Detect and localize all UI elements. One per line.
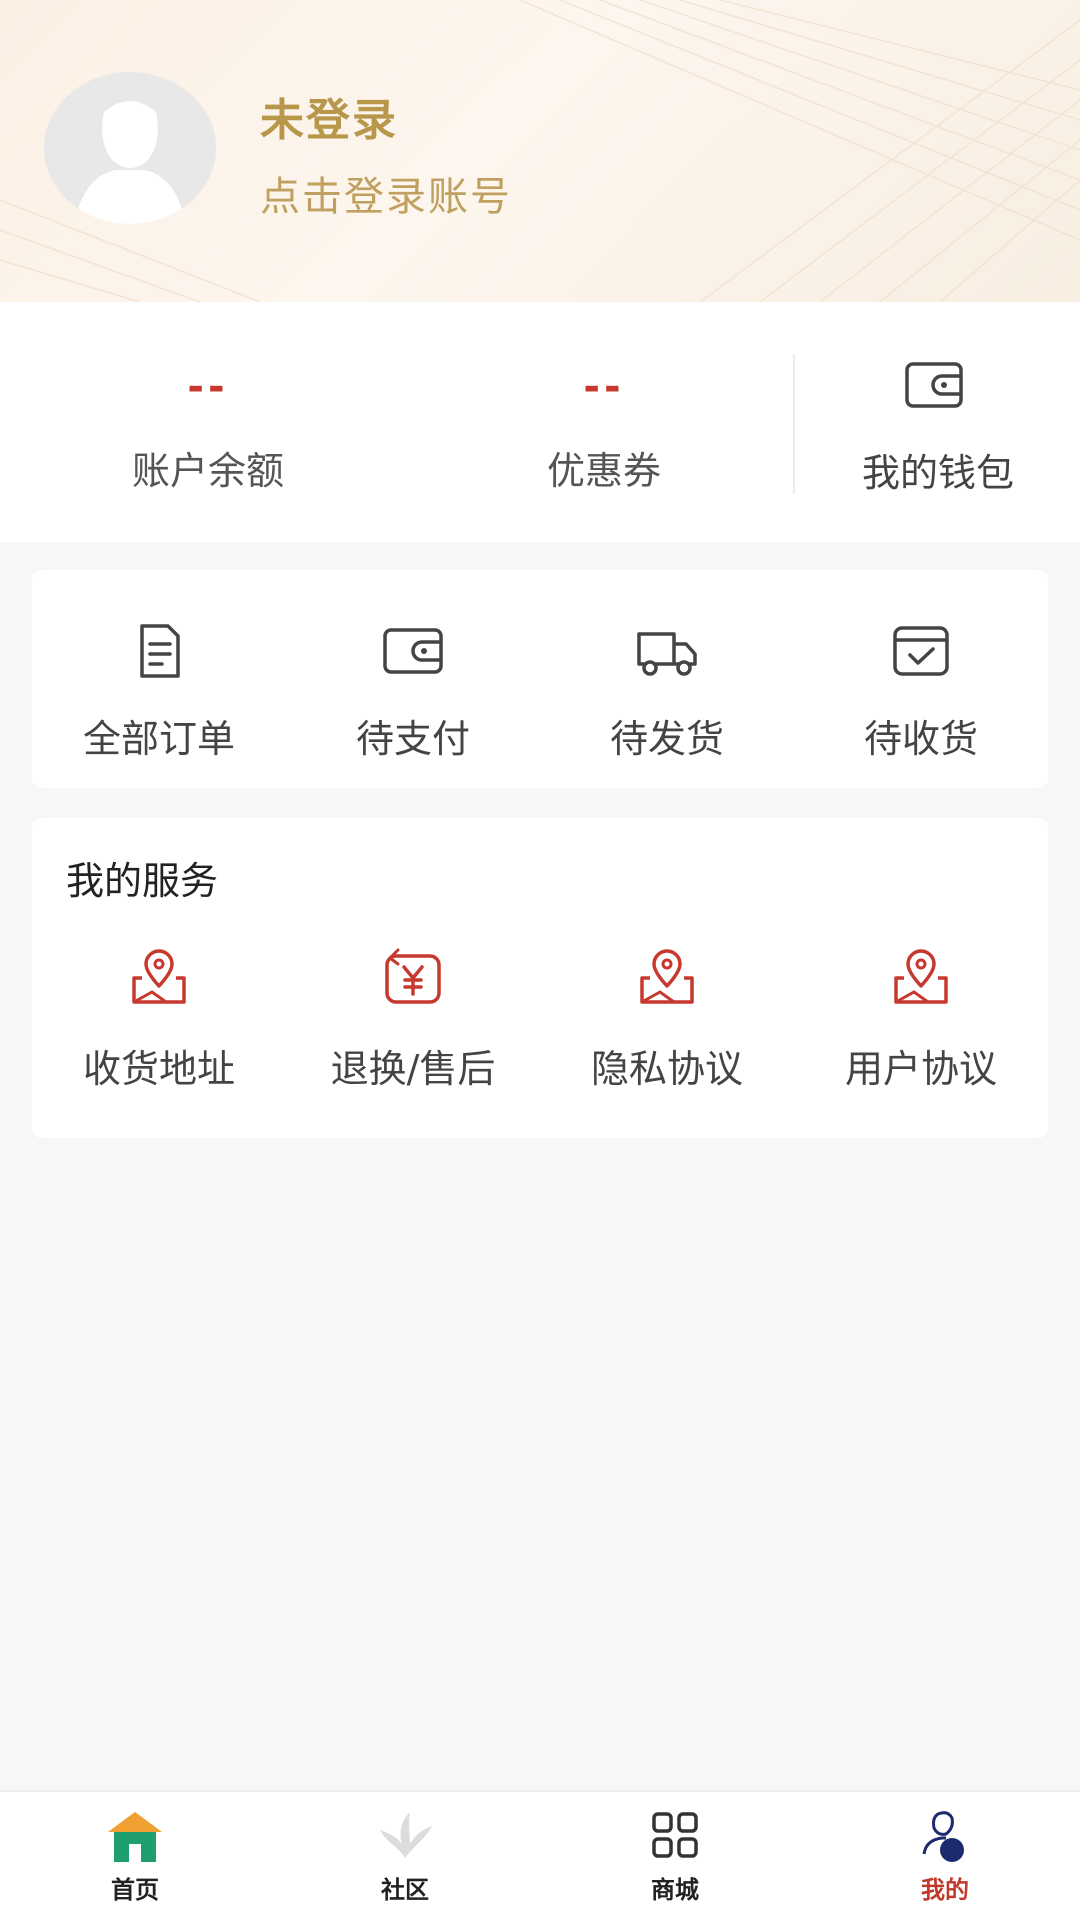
login-status-title[interactable]: 未登录 (260, 84, 398, 148)
home-icon (108, 1812, 162, 1862)
account-summary: -- 账户余额 -- 优惠券 (0, 302, 1080, 542)
pending-receipt-label: 待收货 (863, 717, 978, 761)
wallet-label: 我的钱包 (861, 451, 1014, 495)
nav-community[interactable]: 社区 (270, 1792, 540, 1920)
pending-payment-button[interactable]: 待支付 (286, 570, 540, 788)
returns-button[interactable]: 退换/售后 (286, 948, 540, 1118)
balance-item[interactable]: -- 账户余额 (0, 302, 416, 542)
profile-icon (922, 1811, 964, 1862)
document-icon (140, 624, 180, 678)
nav-mall[interactable]: 商城 (540, 1792, 810, 1920)
shipping-address-button[interactable]: 收货地址 (32, 948, 286, 1118)
services-title: 我的服务 (66, 859, 219, 903)
services-card: 我的服务 收货地址 退换/售后 隐私协议 用户协议 (32, 818, 1048, 1138)
all-orders-label: 全部订单 (82, 717, 235, 761)
bottom-nav: 首页 社区 商城 我的 (0, 1790, 1080, 1920)
yen-refund-icon (385, 948, 441, 1004)
all-orders-button[interactable]: 全部订单 (32, 570, 286, 788)
map-pin-icon (640, 949, 694, 1004)
coupon-label: 优惠券 (546, 449, 661, 493)
map-pin-icon (894, 949, 948, 1004)
wallet-icon (905, 362, 963, 408)
coupon-value: -- (583, 364, 625, 410)
community-icon (380, 1812, 432, 1858)
pending-shipment-label: 待发货 (609, 717, 724, 761)
box-check-icon (893, 626, 949, 676)
nav-mall-label: 商城 (651, 1876, 699, 1904)
truck-icon (637, 632, 697, 676)
nav-home-label: 首页 (111, 1876, 159, 1904)
returns-label: 退换/售后 (330, 1047, 496, 1091)
divider (793, 354, 795, 494)
map-pin-icon (132, 949, 186, 1004)
balance-label: 账户余额 (131, 449, 284, 493)
user-agreement-label: 用户协议 (844, 1047, 997, 1091)
nav-profile-label: 我的 (921, 1876, 969, 1904)
privacy-policy-button[interactable]: 隐私协议 (540, 948, 794, 1118)
shipping-address-label: 收货地址 (82, 1047, 235, 1091)
user-avatar[interactable] (44, 72, 216, 224)
user-avatar-icon (44, 72, 216, 224)
user-agreement-button[interactable]: 用户协议 (794, 948, 1048, 1118)
orders-card: 全部订单 待支付 待发货 待收货 (32, 570, 1048, 788)
privacy-policy-label: 隐私协议 (590, 1047, 743, 1091)
nav-profile[interactable]: 我的 (810, 1792, 1080, 1920)
wallet-icon (383, 628, 443, 674)
coupon-item[interactable]: -- 优惠券 (396, 302, 812, 542)
profile-page: 未登录 点击登录账号 -- 账户余额 -- 优惠券 我的钱包 全部订单 待支付 … (0, 0, 1080, 1920)
pending-receipt-button[interactable]: 待收货 (794, 570, 1048, 788)
grid-icon (652, 1812, 698, 1858)
profile-header[interactable]: 未登录 点击登录账号 (0, 0, 1080, 302)
pending-payment-label: 待支付 (355, 717, 470, 761)
balance-value: -- (187, 364, 229, 410)
pending-shipment-button[interactable]: 待发货 (540, 570, 794, 788)
nav-community-label: 社区 (381, 1876, 429, 1904)
nav-home[interactable]: 首页 (0, 1792, 270, 1920)
login-prompt[interactable]: 点击登录账号 (260, 164, 512, 222)
